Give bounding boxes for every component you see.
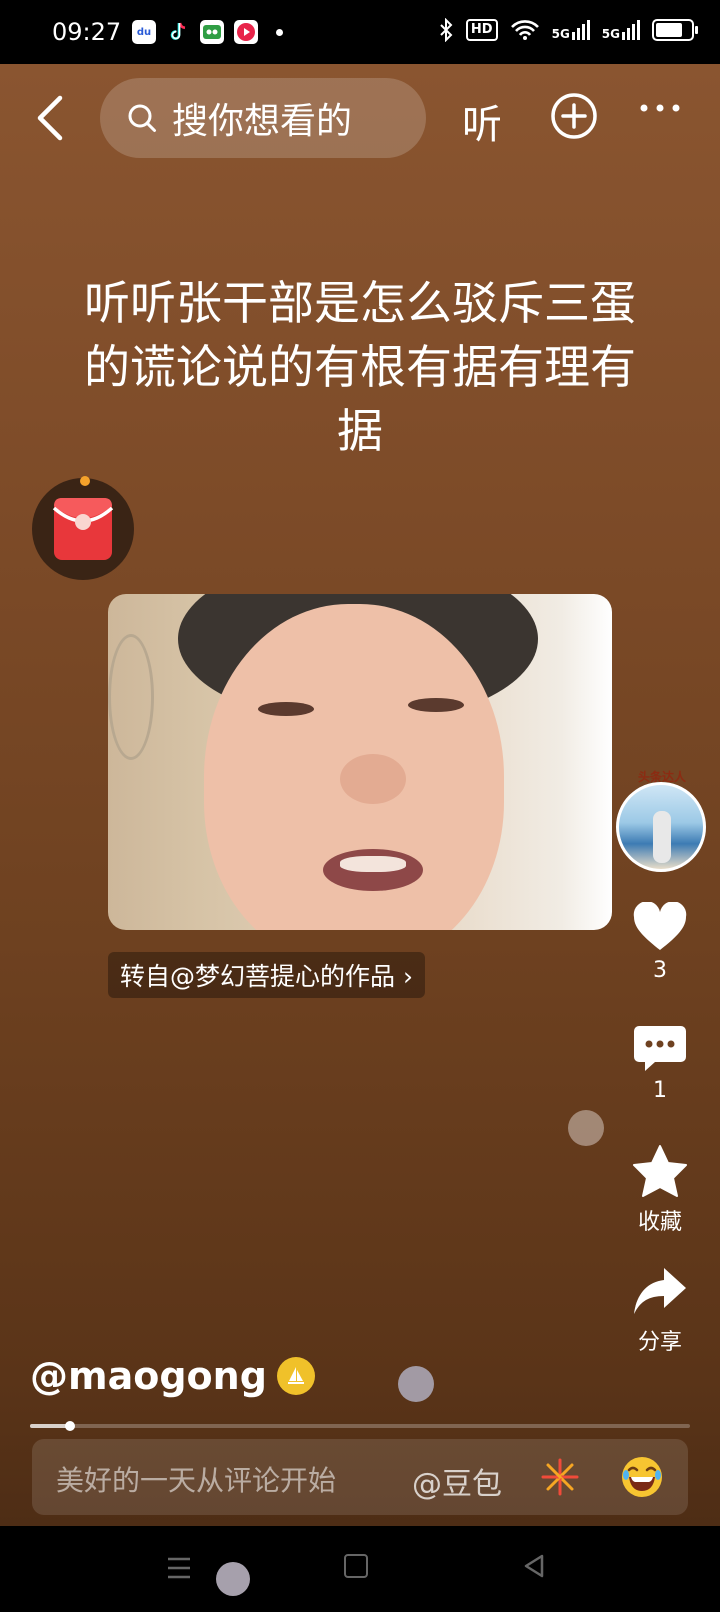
listen-button[interactable]: 听 [462,92,502,150]
mention-doubao-button[interactable]: @豆包 [412,1459,502,1503]
signal-bars-icon [622,20,640,40]
battery-icon [652,19,698,41]
progress-knob[interactable] [64,1421,75,1431]
floating-assistive-dot-2[interactable] [398,1366,434,1402]
signal-bars-icon [571,20,590,40]
red-packet-indicator-dot [80,476,90,486]
repost-source-link[interactable]: 转自@梦幻菩提心的作品 › [108,952,425,998]
favorite-button[interactable]: 收藏 [622,1144,698,1236]
bluetooth-icon [440,18,453,42]
video-player[interactable] [108,594,612,930]
status-indicators: HD 5G 5G [438,18,698,42]
hd-voice-badge: HD [465,19,498,41]
comment-placeholder[interactable]: 美好的一天从评论开始 [56,1459,336,1499]
like-button[interactable]: 3 [622,902,698,983]
video-subject-nose [340,754,406,804]
notification-dot-icon [276,28,283,36]
plus-circle-icon[interactable] [550,92,598,140]
author-name[interactable]: @maogong [30,1354,267,1398]
signal-2: 5G [602,20,640,40]
like-count: 3 [653,958,667,983]
home-button-icon[interactable] [344,1554,368,1578]
baidu-app-icon: du [132,20,156,44]
red-packet-icon [52,498,114,560]
video-subject-teeth [340,856,406,872]
status-app-icons: du [132,20,283,44]
nav-back-icon[interactable] [522,1554,546,1578]
more-dots-icon[interactable] [638,102,682,114]
star-icon [633,1145,687,1197]
system-nav-bar [0,1526,720,1612]
floating-assistive-dot-3[interactable] [216,1562,250,1596]
wifi-icon [510,20,539,40]
back-arrow-icon[interactable] [32,92,72,144]
tiktok-app-icon [166,20,190,44]
video-app-icon [234,20,258,44]
search-placeholder: 搜你想看的 [172,101,353,142]
game-app-icon [200,20,224,44]
video-wall-detail [108,634,154,760]
avatar-figure [653,811,671,863]
video-feed[interactable]: 搜你想看的 听 听听张干部是怎么驳斥三蛋的谎论说的有根有据有理有据 转自@梦幻菩… [0,64,720,1526]
search-icon [128,104,156,132]
share-label: 分享 [637,1330,682,1355]
author-avatar[interactable] [616,782,706,872]
network-type-1: 5G [551,27,570,41]
favorite-label: 收藏 [637,1210,682,1235]
post-title: 听听张干部是怎么驳斥三蛋的谎论说的有根有据有理有据 [84,276,636,458]
comment-input-bar[interactable]: 美好的一天从评论开始 @豆包 [32,1439,688,1515]
author-name-row[interactable]: @maogong [30,1354,315,1398]
video-progress-bar[interactable] [30,1421,690,1431]
comment-count: 1 [653,1078,667,1103]
status-time: 09:27 [52,18,122,46]
video-subject-left-eye [258,702,314,716]
share-arrow-icon [634,1268,686,1314]
progress-fill [30,1424,70,1428]
comment-icon [634,1026,686,1071]
signal-1: 5G [552,20,590,40]
video-subject-right-eye [408,698,464,712]
status-bar: 09:27 du HD 5G 5G [0,0,720,64]
network-type-2: 5G [601,27,620,41]
comment-button[interactable]: 1 [622,1024,698,1103]
floating-assistive-dot[interactable] [568,1110,604,1146]
recent-apps-icon[interactable] [166,1556,192,1580]
verified-sail-icon [276,1357,315,1395]
heart-icon [633,902,687,950]
search-bar[interactable]: 搜你想看的 [100,78,426,158]
firework-icon[interactable] [540,1457,580,1497]
share-button[interactable]: 分享 [622,1266,698,1356]
red-packet-button[interactable] [32,478,134,580]
battery-fill [656,23,682,37]
laugh-emoji-icon[interactable] [620,1455,664,1499]
